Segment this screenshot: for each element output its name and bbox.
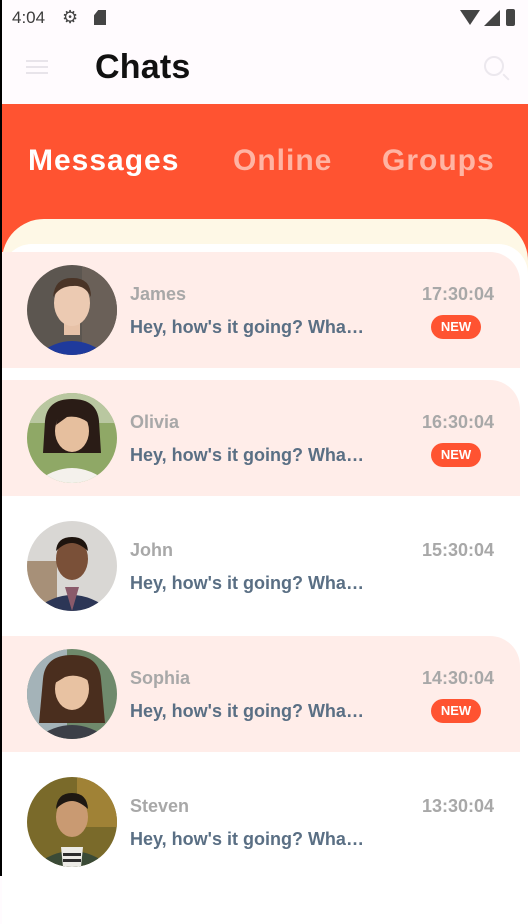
chat-item-steven[interactable]: Steven Hey, how's it going? What did you… [2, 764, 520, 880]
message-preview: Hey, how's it going? What did you do tod… [130, 317, 366, 337]
contact-name: Olivia [130, 412, 180, 432]
new-badge: NEW [431, 443, 481, 467]
chat-item-sophia[interactable]: Sophia Hey, how's it going? What did you… [2, 636, 520, 752]
signal-icon [484, 10, 500, 26]
message-time: 16:30:04 [421, 412, 494, 432]
wifi-icon [460, 10, 480, 25]
avatar [27, 265, 117, 355]
contact-name: James [130, 284, 187, 304]
chat-list: James Hey, how's it going? What did you … [2, 252, 520, 892]
new-badge: NEW [431, 699, 481, 723]
message-preview: Hey, how's it going? What did you do tod… [130, 829, 366, 849]
contact-name: Sophia [130, 668, 191, 688]
gear-icon: ⚙ [62, 7, 79, 27]
battery-icon [506, 9, 515, 26]
menu-icon[interactable] [26, 56, 48, 78]
message-preview: Hey, how's it going? What did you do tod… [130, 445, 366, 465]
status-icons [460, 8, 520, 28]
message-time: 14:30:04 [421, 668, 494, 688]
tab-groups[interactable]: Groups [382, 144, 495, 178]
avatar [27, 393, 117, 483]
contact-name: John [130, 540, 173, 560]
app-bar: Chats [2, 34, 528, 104]
sd-card-icon [94, 10, 106, 25]
page-title: Chats [95, 48, 191, 86]
contact-name: Steven [130, 796, 190, 816]
tab-messages[interactable]: Messages [28, 144, 179, 178]
chat-item-john[interactable]: John Hey, how's it going? What did you d… [2, 508, 520, 624]
avatar [27, 649, 117, 739]
message-time: 15:30:04 [421, 540, 494, 560]
status-time: 4:04 [12, 8, 46, 27]
avatar [27, 777, 117, 867]
message-time: 17:30:04 [421, 284, 494, 304]
avatar [27, 521, 117, 611]
chat-item-olivia[interactable]: Olivia Hey, how's it going? What did you… [2, 380, 520, 496]
tab-online[interactable]: Online [233, 144, 332, 178]
status-bar: 4:04 ⚙ [2, 0, 528, 34]
message-time: 13:30:04 [421, 796, 494, 816]
message-preview: Hey, how's it going? What did you do tod… [130, 573, 366, 593]
chat-item-james[interactable]: James Hey, how's it going? What did you … [2, 252, 520, 368]
new-badge: NEW [431, 315, 481, 339]
message-preview: Hey, how's it going? What did you do tod… [130, 701, 366, 721]
search-icon[interactable] [484, 56, 504, 76]
